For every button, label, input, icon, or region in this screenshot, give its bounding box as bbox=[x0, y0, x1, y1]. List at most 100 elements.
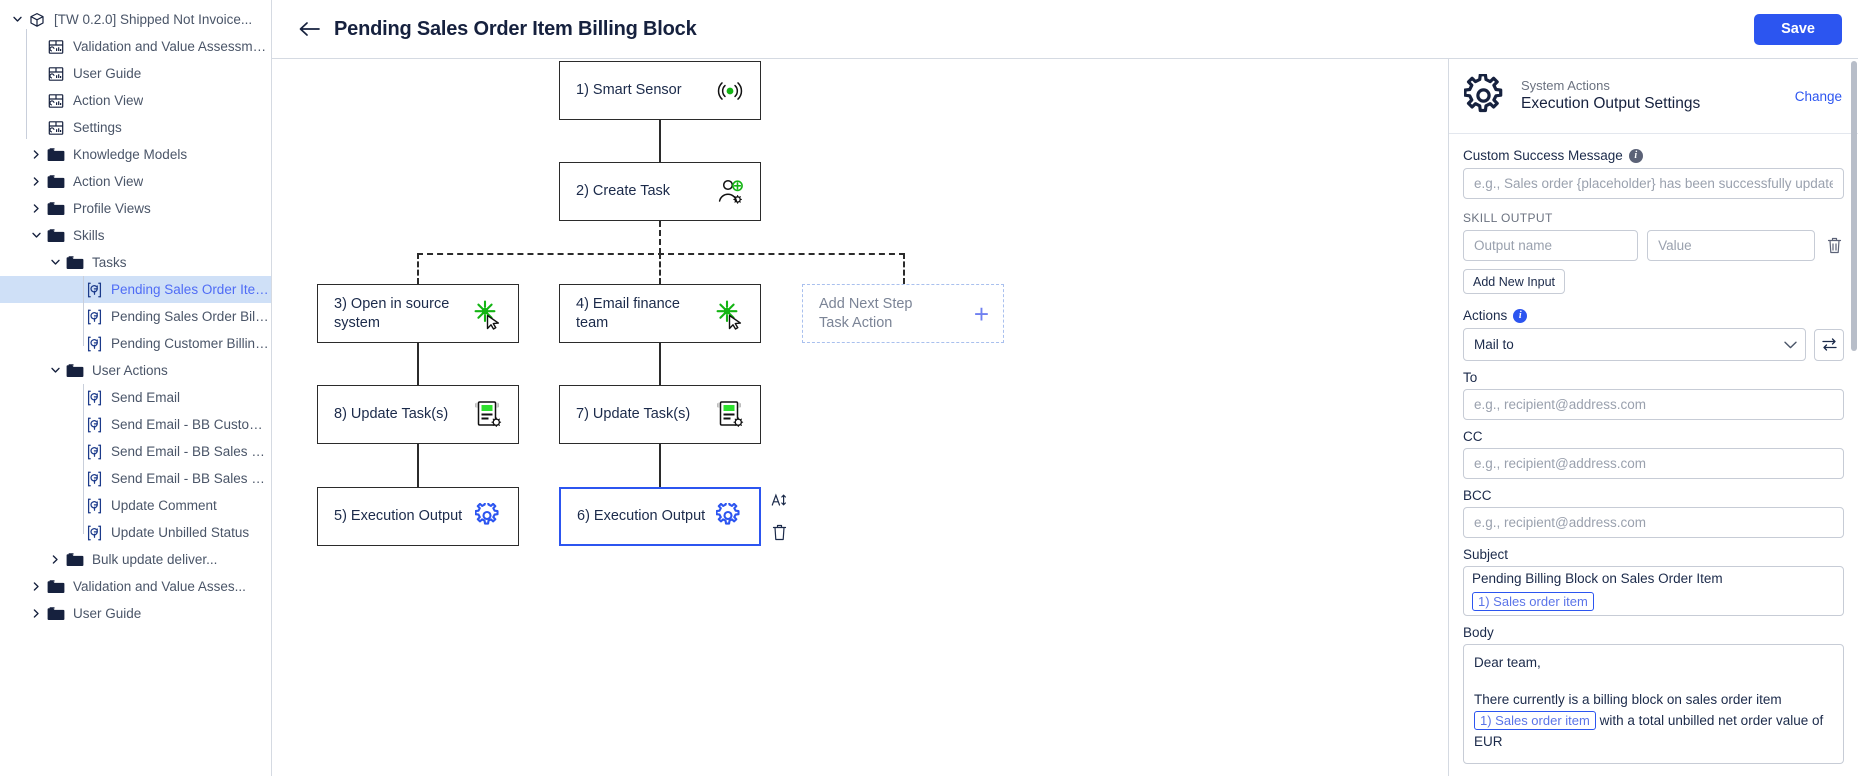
sidebar-item-update-comment[interactable]: Update Comment bbox=[0, 492, 271, 519]
sidebar-item-settings[interactable]: Settings bbox=[0, 114, 271, 141]
edge-fanout-to-addnext bbox=[903, 253, 905, 284]
sidebar-item-user-actions[interactable]: User Actions bbox=[0, 357, 271, 384]
tree-guide bbox=[26, 29, 27, 139]
chevron-down-icon[interactable] bbox=[29, 229, 43, 243]
sidebar-item-update-unbilled-status[interactable]: Update Unbilled Status bbox=[0, 519, 271, 546]
sidebar-item-pending-sales-order-item[interactable]: Pending Sales Order Item... bbox=[0, 276, 271, 303]
sidebar-item-profile-views[interactable]: Profile Views bbox=[0, 195, 271, 222]
to-input[interactable] bbox=[1463, 389, 1844, 420]
chevron-right-icon[interactable] bbox=[29, 607, 43, 621]
folder-icon bbox=[45, 173, 67, 191]
save-button[interactable]: Save bbox=[1754, 13, 1842, 45]
custom-success-message-input[interactable] bbox=[1463, 168, 1844, 199]
flow-node-n6[interactable]: 6) Execution Output bbox=[559, 487, 761, 546]
panel-scrollbar[interactable] bbox=[1851, 59, 1857, 776]
sidebar-item-pending-customer-billing[interactable]: Pending Customer Billing... bbox=[0, 330, 271, 357]
text-format-icon[interactable] bbox=[770, 491, 788, 509]
flow-node-n4[interactable]: 4) Email finance team bbox=[559, 284, 761, 343]
body-line-1: Dear team, bbox=[1474, 655, 1541, 670]
flow-node-n3[interactable]: 3) Open in source system bbox=[317, 284, 519, 343]
spark-cursor-icon bbox=[714, 298, 746, 330]
flow-node-n8[interactable]: 8) Update Task(s) bbox=[317, 385, 519, 444]
add-next-step-subtitle: Task Action bbox=[819, 314, 893, 331]
flow-node-n7[interactable]: 7) Update Task(s) bbox=[559, 385, 761, 444]
flow-graph: 1) Smart Sensor 2) Create Task 3) Open in … bbox=[272, 59, 1448, 776]
sidebar-item-send-email-bb-sales-or[interactable]: Send Email - BB Sales Or... bbox=[0, 438, 271, 465]
flow-node-n5[interactable]: 5) Execution Output bbox=[317, 487, 519, 546]
add-new-input-button[interactable]: Add New Input bbox=[1463, 269, 1565, 294]
chevron-down-icon[interactable] bbox=[48, 364, 62, 378]
delete-icon[interactable] bbox=[770, 523, 788, 541]
chevron-down-icon[interactable] bbox=[10, 13, 24, 27]
sidebar-item-validation-and-value-asses[interactable]: Validation and Value Asses... bbox=[0, 573, 271, 600]
body-input[interactable]: Dear team, There currently is a billing … bbox=[1463, 644, 1844, 764]
sidebar-item-label: Send Email - BB Sales Or... bbox=[111, 444, 271, 459]
edge-n1-n2 bbox=[659, 120, 661, 162]
smart-sensor-icon bbox=[714, 75, 746, 107]
chevron-right-icon[interactable] bbox=[29, 580, 43, 594]
flow-node-n1[interactable]: 1) Smart Sensor bbox=[559, 61, 761, 120]
sidebar-tree[interactable]: [TW 0.2.0] Shipped Not Invoice... Validat… bbox=[0, 0, 272, 776]
sidebar-item-send-email[interactable]: Send Email bbox=[0, 384, 271, 411]
sidebar-item-send-email-bb-sales-or[interactable]: Send Email - BB Sales Or... bbox=[0, 465, 271, 492]
sidebar-item-label: Tasks bbox=[92, 255, 127, 270]
output-value-input[interactable] bbox=[1647, 230, 1815, 261]
sidebar-item-tw-0-2-0-shipped-not-invoice[interactable]: [TW 0.2.0] Shipped Not Invoice... bbox=[0, 6, 271, 33]
chevron-right-icon[interactable] bbox=[48, 553, 62, 567]
skill-icon bbox=[83, 470, 105, 488]
flow-node-n2[interactable]: 2) Create Task bbox=[559, 162, 761, 221]
bcc-input[interactable] bbox=[1463, 507, 1844, 538]
sidebar-item-user-guide[interactable]: User Guide bbox=[0, 60, 271, 87]
sidebar-item-send-email-bb-customer[interactable]: Send Email - BB Customer bbox=[0, 411, 271, 438]
sidebar-item-action-view[interactable]: Action View bbox=[0, 87, 271, 114]
bcc-label: BCC bbox=[1463, 488, 1492, 503]
sidebar-item-tasks[interactable]: Tasks bbox=[0, 249, 271, 276]
sidebar-item-skills[interactable]: Skills bbox=[0, 222, 271, 249]
folder-icon bbox=[64, 254, 86, 272]
sidebar-item-label: Update Comment bbox=[111, 498, 217, 513]
sidebar-item-label: Pending Sales Order Billi... bbox=[111, 309, 271, 324]
node-tools bbox=[770, 491, 788, 541]
sidebar-item-validation-and-value-assessment[interactable]: Validation and Value Assessment bbox=[0, 33, 271, 60]
flow-node-label: 6) Execution Output bbox=[577, 508, 706, 525]
flow-canvas[interactable]: 1) Smart Sensor 2) Create Task 3) Open in … bbox=[272, 59, 1448, 776]
add-next-step-button[interactable]: Add Next Step Task Action + bbox=[802, 284, 1004, 343]
dashboard-icon bbox=[45, 65, 67, 83]
flow-node-label: 2) Create Task bbox=[576, 183, 671, 200]
swap-icon[interactable] bbox=[1814, 328, 1844, 361]
action-select[interactable]: Mail to bbox=[1463, 328, 1806, 361]
subject-label: Subject bbox=[1463, 547, 1509, 562]
change-link[interactable]: Change bbox=[1795, 89, 1842, 104]
sidebar-item-user-guide[interactable]: User Guide bbox=[0, 600, 271, 627]
cc-input[interactable] bbox=[1463, 448, 1844, 479]
trash-icon[interactable] bbox=[1824, 235, 1844, 257]
panel-scrollbar-thumb[interactable] bbox=[1851, 61, 1857, 351]
sidebar-item-pending-sales-order-billi[interactable]: Pending Sales Order Billi... bbox=[0, 303, 271, 330]
info-icon[interactable]: i bbox=[1628, 148, 1643, 163]
edge-fanout-bus bbox=[417, 253, 905, 255]
sidebar-item-label: User Guide bbox=[73, 66, 142, 81]
info-icon[interactable]: i bbox=[1513, 308, 1528, 323]
chevron-down-icon[interactable] bbox=[48, 256, 62, 270]
arrow-left-icon[interactable] bbox=[294, 14, 324, 44]
sidebar-item-knowledge-models[interactable]: Knowledge Models bbox=[0, 141, 271, 168]
flow-node-label: 4) Email finance team bbox=[576, 296, 680, 331]
sidebar-item-label: Action View bbox=[73, 174, 144, 189]
actions-label: Actions i bbox=[1463, 308, 1844, 323]
sidebar-item-label: Skills bbox=[73, 228, 105, 243]
actions-label-text: Actions bbox=[1463, 308, 1508, 323]
sidebar-item-action-view[interactable]: Action View bbox=[0, 168, 271, 195]
skill-icon bbox=[83, 416, 105, 434]
tree-guide bbox=[83, 384, 84, 534]
chevron-right-icon[interactable] bbox=[29, 202, 43, 216]
body-token-chip[interactable]: 1) Sales order item bbox=[1474, 710, 1596, 730]
chevron-right-icon[interactable] bbox=[29, 148, 43, 162]
sidebar-item-bulk-update-deliver[interactable]: Bulk update deliver... bbox=[0, 546, 271, 573]
subject-input[interactable]: Pending Billing Block on Sales Order Ite… bbox=[1463, 566, 1844, 616]
dashboard-icon bbox=[45, 119, 67, 137]
edge-n2-fanout-stem bbox=[659, 221, 661, 254]
output-name-input[interactable] bbox=[1463, 230, 1639, 261]
chevron-right-icon[interactable] bbox=[29, 175, 43, 189]
subject-token-chip[interactable]: 1) Sales order item bbox=[1472, 592, 1594, 611]
plus-icon[interactable]: + bbox=[974, 301, 989, 327]
